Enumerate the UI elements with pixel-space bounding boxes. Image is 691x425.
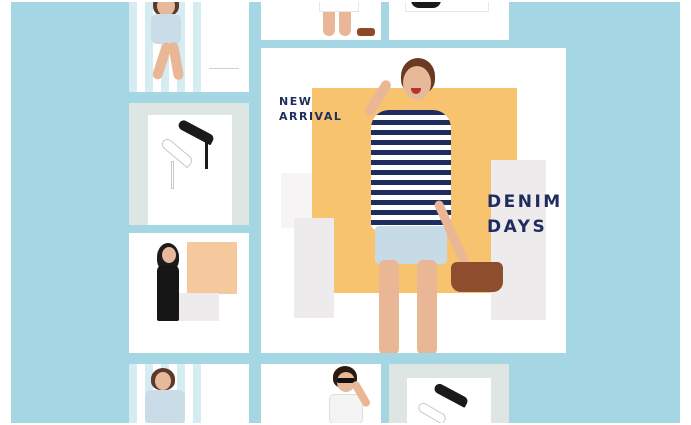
model-dress bbox=[157, 265, 179, 321]
model-shorts bbox=[319, 2, 359, 12]
black-heel bbox=[411, 2, 441, 8]
model-top bbox=[145, 390, 185, 423]
thumbnail-sunglasses-model[interactable] bbox=[261, 364, 381, 423]
model-leg bbox=[379, 260, 399, 353]
tagline-line: ARRIVAL bbox=[279, 110, 343, 123]
headline: DENIM DAYS bbox=[487, 190, 563, 240]
thumbnail-striped-model[interactable] bbox=[129, 2, 249, 92]
model-handbag bbox=[451, 262, 503, 292]
thumbnail-heels[interactable] bbox=[129, 103, 249, 225]
heels-card bbox=[407, 378, 491, 423]
canvas-background: NEW ARRIVAL DENIM DAYS bbox=[11, 2, 680, 423]
model-head bbox=[403, 66, 431, 100]
tagline-line: NEW bbox=[279, 95, 313, 108]
model-head bbox=[155, 372, 171, 390]
model-leg bbox=[417, 260, 437, 353]
model-denim-shorts bbox=[375, 226, 447, 264]
grey-block bbox=[294, 218, 334, 318]
featured-post[interactable]: NEW ARRIVAL DENIM DAYS bbox=[261, 48, 566, 353]
thumbnail-striped-model-bottom[interactable] bbox=[129, 364, 249, 423]
thumbnail-peach-model[interactable] bbox=[129, 233, 249, 353]
model-head bbox=[162, 247, 176, 263]
model-top bbox=[151, 14, 181, 44]
tagline: NEW ARRIVAL bbox=[279, 94, 349, 124]
white-heel-stiletto bbox=[171, 161, 174, 189]
headline-line: DAYS bbox=[487, 217, 548, 237]
thumbnail-heels-bottom[interactable] bbox=[389, 364, 509, 423]
peach-square bbox=[187, 242, 237, 294]
thumbnail-model-top-center[interactable] bbox=[261, 2, 381, 40]
divider-line bbox=[209, 68, 239, 69]
grey-block bbox=[491, 160, 546, 320]
thumbnail-top-right[interactable] bbox=[389, 2, 509, 40]
model-bag bbox=[357, 28, 375, 36]
headline-line: DENIM bbox=[487, 192, 563, 212]
black-heel-stiletto bbox=[205, 141, 208, 169]
